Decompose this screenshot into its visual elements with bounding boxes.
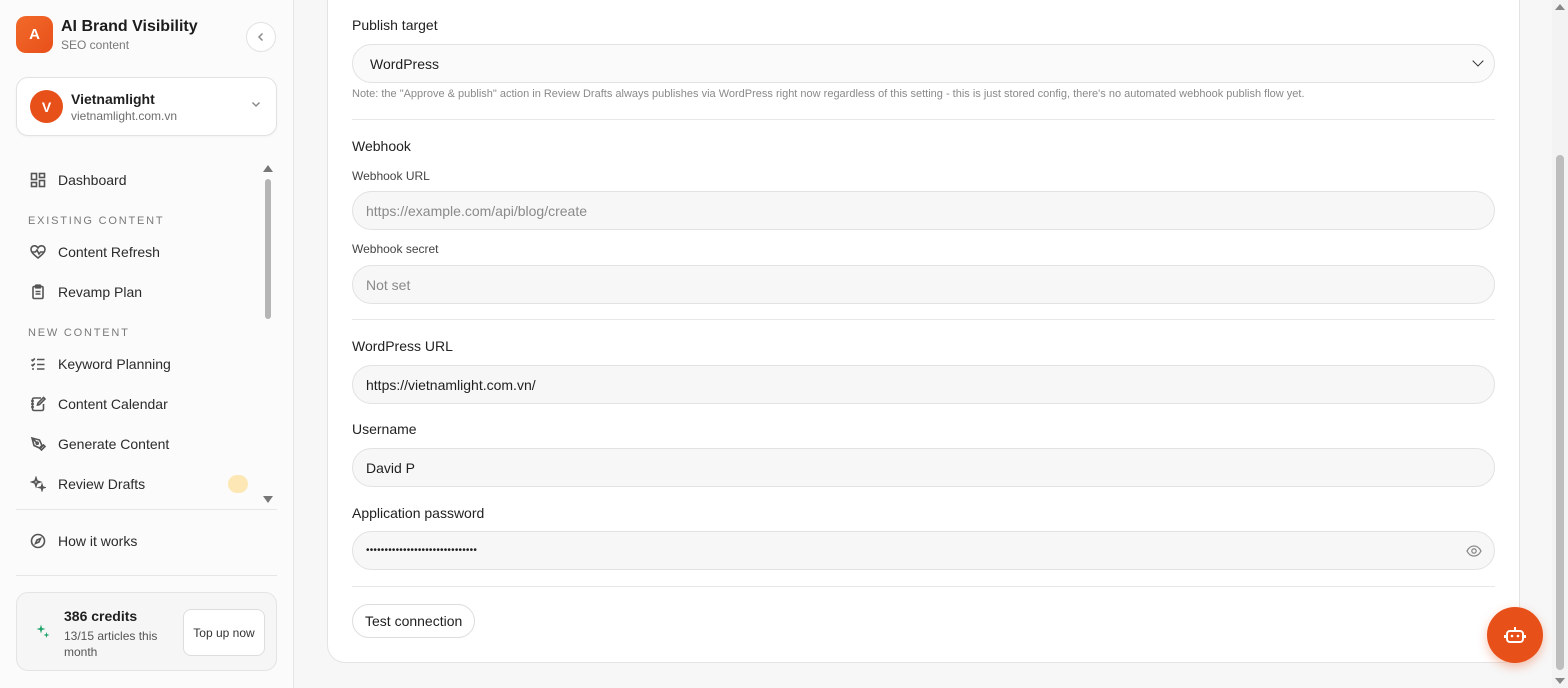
project-selector[interactable]: V Vietnamlight vietnamlight.com.vn [16, 77, 277, 136]
sidebar-nav: Dashboard EXISTING CONTENT Content Refre… [16, 160, 262, 510]
brand-title: AI Brand Visibility [61, 17, 198, 35]
sparkle-credits-icon [36, 624, 50, 638]
project-domain: vietnamlight.com.vn [71, 108, 178, 123]
sidebar-item-label: Content Calendar [58, 396, 168, 412]
collapse-sidebar-button[interactable] [246, 22, 276, 52]
sidebar-item-content-refresh[interactable]: Content Refresh [16, 232, 262, 272]
sidebar-item-review-drafts[interactable]: Review Drafts [16, 464, 262, 504]
clipboard-icon [32, 284, 44, 300]
sidebar-item-generate-content[interactable]: Generate Content [16, 424, 262, 464]
sidebar: A AI Brand Visibility SEO content V Viet… [0, 0, 294, 688]
divider [16, 509, 277, 510]
webhook-url-input[interactable]: https://example.com/api/blog/create [352, 191, 1495, 230]
sidebar-item-revamp-plan[interactable]: Revamp Plan [16, 272, 262, 312]
webhook-heading: Webhook [352, 138, 411, 154]
webhook-secret-label: Webhook secret [352, 242, 439, 256]
divider [16, 575, 277, 576]
sidebar-item-label: Revamp Plan [58, 284, 143, 300]
page-scroll-thumb[interactable] [1556, 155, 1564, 670]
username-label: Username [352, 421, 417, 437]
publish-target-note: Note: the "Approve & publish" action in … [352, 88, 1305, 100]
checklist-icon [30, 357, 45, 370]
username-input[interactable]: David P [352, 448, 1495, 487]
divider [352, 319, 1495, 320]
nav-section-new: NEW CONTENT [28, 327, 130, 339]
nav-section-existing: EXISTING CONTENT [28, 215, 165, 227]
sidebar-item-label: Review Drafts [58, 476, 146, 492]
sidebar-scroll-thumb[interactable] [265, 179, 271, 319]
chevron-down-icon [251, 101, 261, 108]
bot-icon [1504, 627, 1526, 643]
sidebar-item-content-calendar[interactable]: Content Calendar [16, 384, 262, 424]
divider [352, 586, 1495, 587]
credits-usage: 13/15 articles this month [64, 629, 158, 659]
page-scrollbar[interactable] [1552, 0, 1568, 688]
chevron-left-icon [257, 32, 264, 42]
sidebar-item-label: Content Refresh [58, 244, 160, 260]
webhook-url-label: Webhook URL [352, 169, 430, 183]
pen-tool-icon [30, 436, 46, 452]
how-it-works-link[interactable]: How it works [16, 521, 137, 561]
test-connection-button[interactable]: Test connection [352, 604, 476, 638]
scroll-up-arrow-icon[interactable] [263, 165, 273, 172]
project-name: Vietnamlight [71, 90, 155, 107]
sidebar-item-label: Keyword Planning [58, 356, 171, 372]
divider [352, 119, 1495, 120]
sidebar-scrollbar[interactable] [263, 163, 273, 505]
wordpress-url-value: https://vietnamlight.com.vn/ [366, 376, 536, 393]
eye-icon[interactable] [1466, 544, 1482, 558]
publish-target-label: Publish target [352, 17, 438, 33]
notebook-pen-icon [31, 396, 46, 412]
app-password-input[interactable]: •••••••••••••••••••••••••••••• [352, 531, 1495, 570]
dashboard-icon [30, 172, 46, 188]
sidebar-item-dashboard[interactable]: Dashboard [16, 160, 262, 200]
brand-logo: A [16, 16, 53, 53]
wordpress-url-label: WordPress URL [352, 338, 453, 354]
sparkles-icon [30, 476, 46, 492]
scroll-down-arrow-icon[interactable] [263, 496, 273, 503]
heart-pulse-icon [30, 244, 46, 260]
credits-card: 386 credits 13/15 articles this month To… [16, 592, 277, 671]
compass-icon [30, 533, 46, 549]
scroll-up-arrow-icon[interactable] [1555, 4, 1565, 10]
credits-count: 386 credits [64, 608, 138, 624]
sidebar-item-label: Dashboard [58, 172, 127, 188]
sidebar-item-label: Generate Content [58, 436, 170, 452]
sidebar-item-keyword-planning[interactable]: Keyword Planning [16, 344, 262, 384]
how-it-works-label: How it works [58, 533, 138, 549]
username-value: David P [366, 459, 416, 476]
review-drafts-badge [228, 475, 248, 493]
webhook-url-placeholder: https://example.com/api/blog/create [366, 202, 588, 219]
scroll-down-arrow-icon[interactable] [1555, 678, 1565, 684]
top-up-button[interactable]: Top up now [183, 609, 265, 656]
webhook-secret-input[interactable]: Not set [352, 265, 1495, 304]
project-avatar: V [30, 90, 63, 123]
webhook-secret-placeholder: Not set [366, 276, 411, 293]
chevron-down-icon [1472, 55, 1484, 67]
publish-target-select[interactable]: WordPress [352, 44, 1495, 83]
app-password-value: •••••••••••••••••••••••••••••• [366, 545, 478, 556]
brand-subtitle: SEO content [61, 37, 130, 52]
brand: A AI Brand Visibility SEO content [16, 16, 198, 53]
wordpress-url-input[interactable]: https://vietnamlight.com.vn/ [352, 365, 1495, 404]
publish-target-value: WordPress [370, 55, 439, 72]
app-password-label: Application password [352, 505, 485, 521]
ai-assistant-button[interactable] [1487, 607, 1543, 663]
